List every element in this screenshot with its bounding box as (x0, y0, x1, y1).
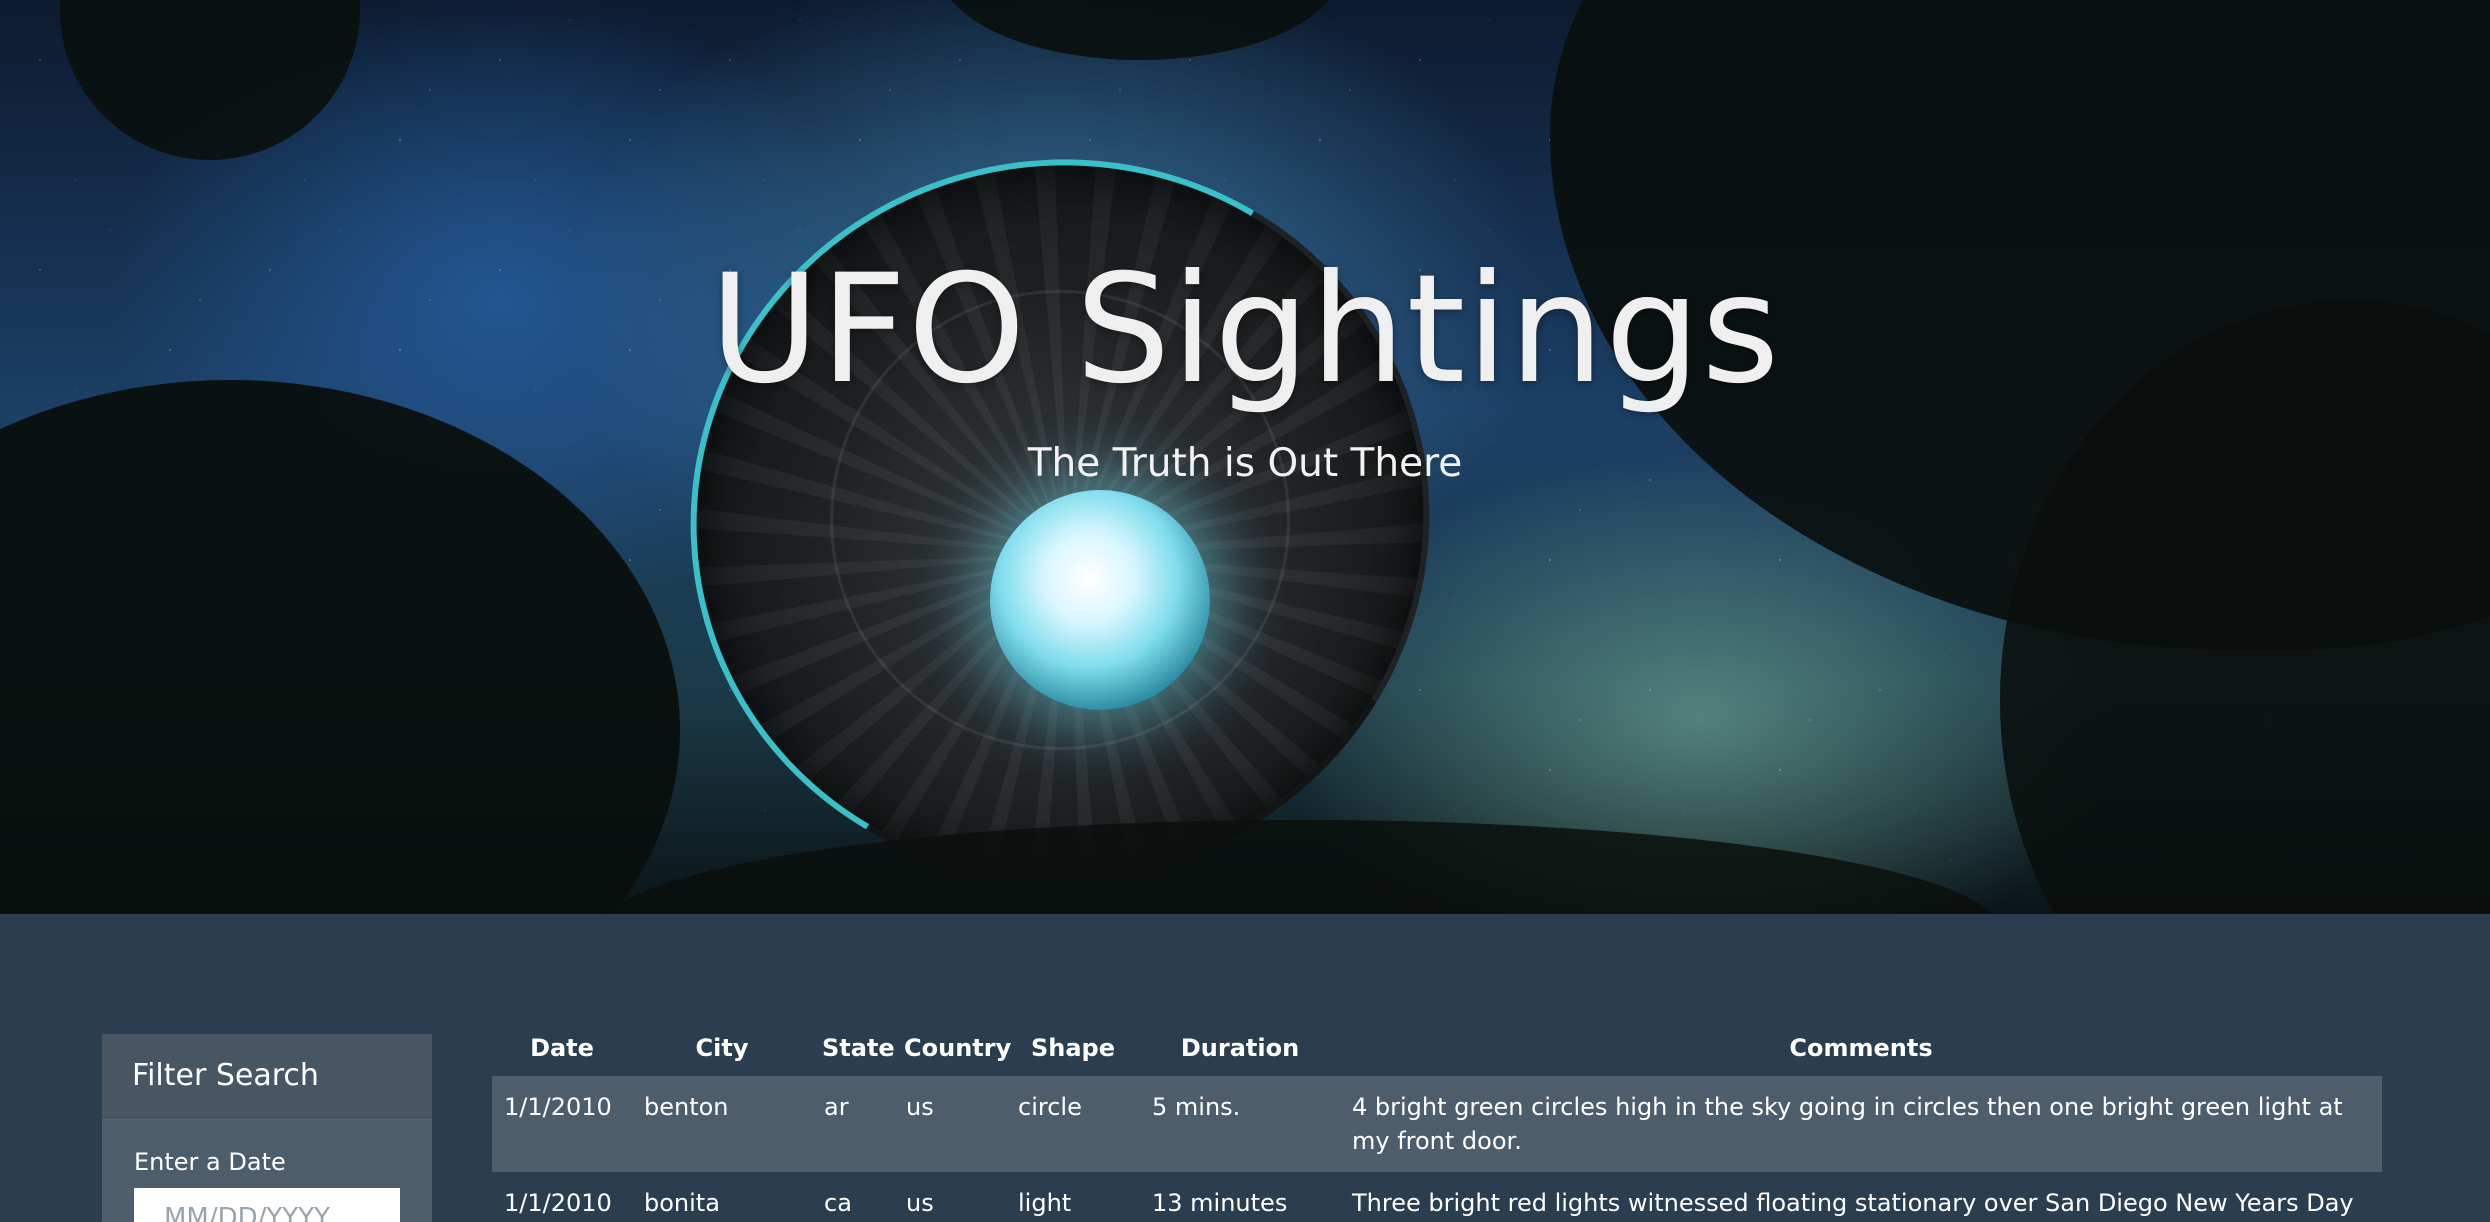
ufo-light (990, 490, 1210, 710)
table-row: 1/1/2010 bonita ca us light 13 minutes T… (492, 1172, 2382, 1222)
filter-panel-body: Enter a Date (102, 1118, 432, 1222)
column-header-duration: Duration (1180, 1034, 1300, 1062)
cell-shape: circle (1018, 1093, 1082, 1121)
filter-panel-heading: Filter Search (102, 1034, 432, 1118)
cell-comments: 4 bright green circles high in the sky g… (1352, 1093, 2343, 1155)
cell-duration: 13 minutes (1152, 1189, 1288, 1217)
cell-date: 1/1/2010 (504, 1093, 612, 1121)
cell-country: us (906, 1189, 934, 1217)
cell-city: benton (644, 1093, 729, 1121)
column-header-shape: Shape (1030, 1034, 1116, 1062)
table-row: 1/1/2010 benton ar us circle 5 mins. 4 b… (492, 1076, 2382, 1172)
sightings-table: Date City State Country Shape Duration C… (492, 1020, 2382, 1222)
date-input[interactable] (134, 1188, 400, 1222)
table-header: Date City State Country Shape Duration C… (492, 1020, 2382, 1076)
column-header-country: Country (904, 1034, 1012, 1062)
cell-comments: Three bright red lights witnessed floati… (1352, 1189, 2354, 1217)
hero-banner: UFO Sightings The Truth is Out There (0, 0, 2490, 914)
date-label: Enter a Date (134, 1148, 286, 1176)
cell-city: bonita (644, 1189, 720, 1217)
cell-country: us (906, 1093, 934, 1121)
cell-state: ca (824, 1189, 852, 1217)
cell-duration: 5 mins. (1152, 1093, 1241, 1121)
column-header-date: Date (530, 1034, 594, 1062)
page-subtitle: The Truth is Out There (1027, 441, 1463, 486)
cell-date: 1/1/2010 (504, 1189, 612, 1217)
column-header-state: State (822, 1034, 895, 1062)
table-header-row: Date City State Country Shape Duration C… (492, 1020, 2382, 1076)
filter-panel: Filter Search Enter a Date (102, 1034, 432, 1222)
column-header-comments: Comments (1789, 1034, 1933, 1062)
cell-shape: light (1018, 1189, 1072, 1217)
table-body: 1/1/2010 benton ar us circle 5 mins. 4 b… (492, 1076, 2382, 1222)
page-title: UFO Sightings (709, 243, 1781, 417)
column-header-city: City (695, 1034, 749, 1062)
cell-state: ar (824, 1093, 849, 1121)
